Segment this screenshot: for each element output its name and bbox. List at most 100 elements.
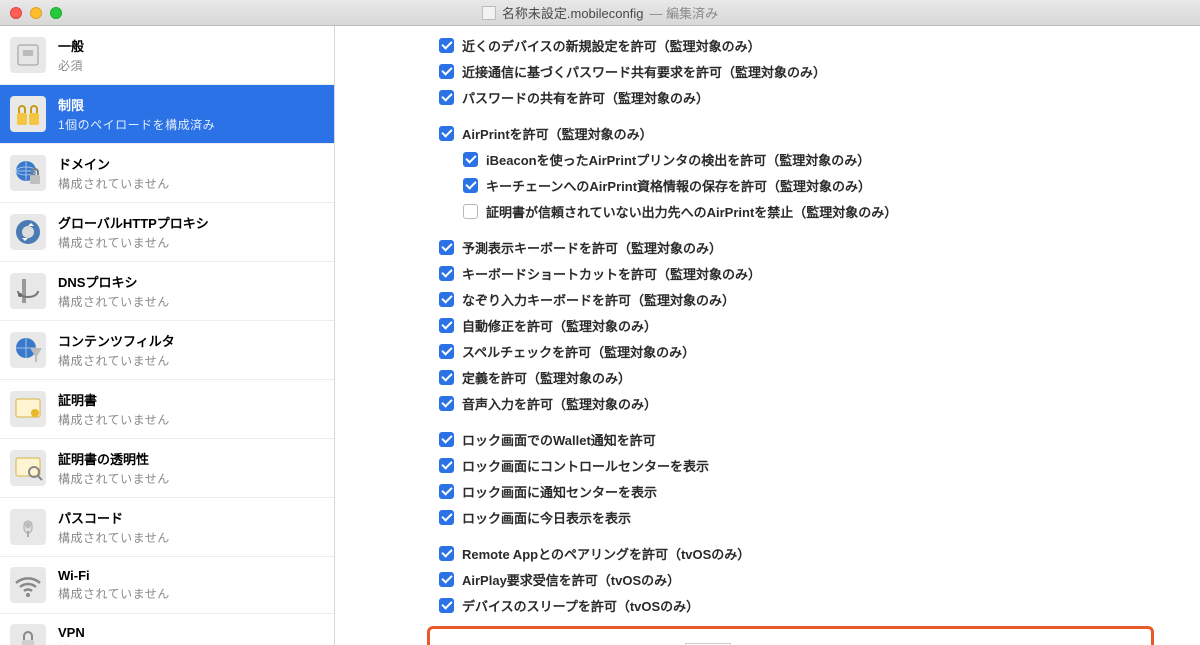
setting-label: 近接通信に基づくパスワード共有要求を許可（監理対象のみ） (462, 62, 826, 81)
sidebar-item-title: VPN (58, 625, 170, 640)
checkbox[interactable] (463, 204, 478, 219)
domains-icon (10, 155, 46, 191)
settings-pane: 近くのデバイスの新規設定を許可（監理対象のみ） 近接通信に基づくパスワード共有要求… (335, 26, 1200, 645)
setting-row: ロック画面でのWallet通知を許可 (359, 426, 1174, 452)
setting-label: キーチェーンへのAirPrint資格情報の保存を許可（監理対象のみ） (486, 176, 871, 195)
setting-label: 音声入力を許可（監理対象のみ） (462, 394, 657, 413)
checkbox[interactable] (439, 484, 454, 499)
setting-row: 近接通信に基づくパスワード共有要求を許可（監理対象のみ） (359, 58, 1174, 84)
sidebar-item-http-proxy[interactable]: グローバルHTTPプロキシ構成されていません (0, 203, 334, 262)
checkbox[interactable] (439, 240, 454, 255)
checkbox[interactable] (439, 370, 454, 385)
setting-row: Remote Appとのペアリングを許可（tvOSのみ） (359, 540, 1174, 566)
close-icon[interactable] (10, 7, 22, 19)
sidebar-item-sub: 必須 (58, 57, 84, 74)
checkbox[interactable] (439, 572, 454, 587)
vpn-icon (10, 624, 46, 645)
dns-proxy-icon (10, 273, 46, 309)
checkbox[interactable] (439, 546, 454, 561)
sidebar: 一般必須制限1個のペイロードを構成済みドメイン構成されていませんグローバルHTT… (0, 26, 335, 645)
sidebar-item-sub: 構成されていません (58, 234, 209, 251)
checkbox[interactable] (463, 152, 478, 167)
checkbox[interactable] (439, 344, 454, 359)
checkbox[interactable] (439, 90, 454, 105)
setting-row: 音声入力を許可（監理対象のみ） (359, 390, 1174, 416)
sidebar-item-title: コンテンツフィルタ (58, 331, 175, 350)
window-status: — 編集済み (649, 3, 718, 22)
wifi-icon (10, 567, 46, 603)
setting-row: なぞり入力キーボードを許可（監理対象のみ） (359, 286, 1174, 312)
checkbox[interactable] (439, 458, 454, 473)
sidebar-item-content-filter[interactable]: コンテンツフィルタ構成されていません (0, 321, 334, 380)
sidebar-item-wifi[interactable]: Wi-Fi構成されていません (0, 557, 334, 614)
sidebar-item-restrictions[interactable]: 制限 1個のペイロードを構成済み (0, 85, 334, 144)
sidebar-item-domains[interactable]: ドメイン構成されていません (0, 144, 334, 203)
setting-row: 近くのデバイスの新規設定を許可（監理対象のみ） (359, 32, 1174, 58)
setting-label: AirPrintを許可（監理対象のみ） (462, 124, 653, 143)
setting-row: ロック画面に通知センターを表示 (359, 478, 1174, 504)
setting-row: デバイスのスリープを許可（tvOSのみ） (359, 592, 1174, 618)
setting-label: 自動修正を許可（監理対象のみ） (462, 316, 657, 335)
setting-row: 自動修正を許可（監理対象のみ） (359, 312, 1174, 338)
sidebar-item-sub: 構成されていません (58, 411, 170, 428)
sidebar-item-title: 制限 (58, 95, 215, 114)
general-icon (10, 37, 46, 73)
sidebar-item-title: パスコード (58, 508, 170, 527)
minimize-icon[interactable] (30, 7, 42, 19)
checkbox[interactable] (439, 38, 454, 53)
checkbox[interactable] (439, 396, 454, 411)
setting-row: 予測表示キーボードを許可（監理対象のみ） (359, 234, 1174, 260)
setting-label: 定義を許可（監理対象のみ） (462, 368, 631, 387)
setting-row: iBeaconを使ったAirPrintプリンタの検出を許可（監理対象のみ） (359, 146, 1174, 172)
sidebar-item-title: 証明書の透明性 (58, 449, 170, 468)
content-filter-icon (10, 332, 46, 368)
sidebar-item-sub: 1個のペイロードを構成済み (58, 116, 215, 133)
setting-label: Remote Appとのペアリングを許可（tvOSのみ） (462, 544, 750, 563)
window-controls (0, 7, 62, 19)
sidebar-item-title: Wi-Fi (58, 568, 170, 583)
setting-label: iBeaconを使ったAirPrintプリンタの検出を許可（監理対象のみ） (486, 150, 870, 169)
setting-label: ロック画面でのWallet通知を許可 (462, 430, 656, 449)
setting-row: スペルチェックを許可（監理対象のみ） (359, 338, 1174, 364)
setting-row: AirPlay要求受信を許可（tvOSのみ） (359, 566, 1174, 592)
sidebar-item-title: 証明書 (58, 390, 170, 409)
setting-row: パスワードの共有を許可（監理対象のみ） (359, 84, 1174, 110)
sidebar-item-certificate[interactable]: 証明書構成されていません (0, 380, 334, 439)
setting-row: ロック画面に今日表示を表示 (359, 504, 1174, 530)
software-update-delay-row: ソフトウェア・アップデートの遅延:日間（監理対象のみ） (427, 626, 1154, 645)
checkbox[interactable] (439, 318, 454, 333)
sidebar-item-passcode[interactable]: パスコード構成されていません (0, 498, 334, 557)
setting-label: 証明書が信頼されていない出力先へのAirPrintを禁止（監理対象のみ） (486, 202, 897, 221)
sidebar-item-title: DNSプロキシ (58, 272, 170, 291)
checkbox[interactable] (463, 178, 478, 193)
checkbox[interactable] (439, 266, 454, 281)
certificate-icon (10, 391, 46, 427)
zoom-icon[interactable] (50, 7, 62, 19)
sidebar-item-cert-transparency[interactable]: 証明書の透明性構成されていません (0, 439, 334, 498)
setting-label: ロック画面にコントロールセンターを表示 (462, 456, 709, 475)
setting-label: キーボードショートカットを許可（監理対象のみ） (462, 264, 761, 283)
setting-row: ロック画面にコントロールセンターを表示 (359, 452, 1174, 478)
checkbox[interactable] (439, 126, 454, 141)
document-icon (482, 6, 496, 20)
setting-label: スペルチェックを許可（監理対象のみ） (462, 342, 695, 361)
checkbox[interactable] (439, 432, 454, 447)
checkbox[interactable] (439, 598, 454, 613)
setting-row: キーチェーンへのAirPrint資格情報の保存を許可（監理対象のみ） (359, 172, 1174, 198)
cert-transparency-icon (10, 450, 46, 486)
sidebar-item-vpn[interactable]: VPN構成されていません (0, 614, 334, 645)
checkbox[interactable] (439, 510, 454, 525)
sidebar-item-title: グローバルHTTPプロキシ (58, 213, 209, 232)
sidebar-item-general[interactable]: 一般必須 (0, 26, 334, 85)
sidebar-item-sub: 構成されていません (58, 470, 170, 487)
restrictions-icon (10, 96, 46, 132)
checkbox[interactable] (439, 64, 454, 79)
setting-label: パスワードの共有を許可（監理対象のみ） (462, 88, 709, 107)
checkbox[interactable] (439, 292, 454, 307)
sidebar-item-dns-proxy[interactable]: DNSプロキシ構成されていません (0, 262, 334, 321)
setting-row: キーボードショートカットを許可（監理対象のみ） (359, 260, 1174, 286)
setting-row: 定義を許可（監理対象のみ） (359, 364, 1174, 390)
sidebar-item-sub: 構成されていません (58, 529, 170, 546)
window-title: 名称未設定.mobileconfig — 編集済み (482, 3, 718, 22)
setting-label: ロック画面に今日表示を表示 (462, 508, 631, 527)
